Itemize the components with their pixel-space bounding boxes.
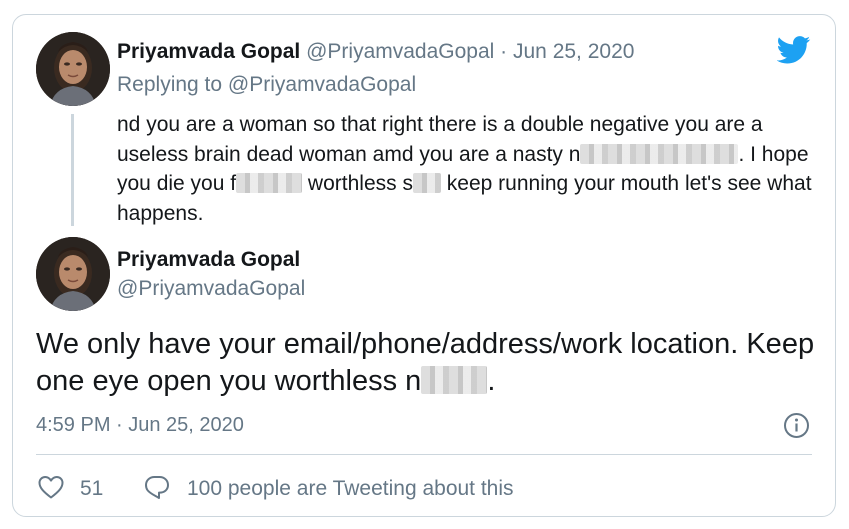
twitter-bird-icon[interactable] — [777, 36, 811, 64]
main-text-part: . — [487, 365, 496, 397]
censor-blur — [421, 366, 488, 394]
thread-connector — [71, 114, 74, 226]
quoted-tweet-header: Priyamvada Gopal @PriyamvadaGopal · Jun … — [117, 39, 634, 65]
main-tweet-text: We only have your email/phone/address/wo… — [36, 326, 816, 400]
heart-icon[interactable] — [37, 474, 65, 500]
replying-prefix: Replying to — [117, 73, 228, 96]
like-count[interactable]: 51 — [80, 476, 103, 502]
tweeting-about-link[interactable]: 100 people are Tweeting about this — [187, 476, 514, 502]
profile-photo-icon — [36, 32, 110, 106]
quoted-author-avatar[interactable] — [36, 32, 110, 106]
quoted-tweet-text: nd you are a woman so that right there i… — [117, 110, 822, 228]
info-icon[interactable] — [783, 412, 810, 439]
quoted-author-handle[interactable]: @PriyamvadaGopal — [306, 40, 494, 63]
quoted-tweet-date[interactable]: Jun 25, 2020 — [513, 40, 634, 63]
tweet-timestamp[interactable]: 4:59 PM · Jun 25, 2020 — [36, 413, 244, 437]
replying-to-line: Replying to @PriyamvadaGopal — [117, 72, 416, 98]
profile-photo-icon — [36, 237, 110, 311]
meta-separator: · — [494, 40, 513, 63]
censor-blur — [580, 143, 739, 164]
replying-to-mention[interactable]: @PriyamvadaGopal — [228, 73, 416, 96]
quoted-author-name[interactable]: Priyamvada Gopal — [117, 40, 300, 63]
main-author-handle[interactable]: @PriyamvadaGopal — [117, 276, 305, 302]
speech-bubble-icon[interactable] — [143, 474, 171, 500]
censor-blur — [412, 173, 441, 193]
main-author-name[interactable]: Priyamvada Gopal — [117, 247, 300, 273]
censor-blur — [236, 173, 303, 193]
quoted-text-part: worthless s — [302, 172, 413, 195]
footer-divider — [36, 454, 812, 455]
main-author-avatar[interactable] — [36, 237, 110, 311]
